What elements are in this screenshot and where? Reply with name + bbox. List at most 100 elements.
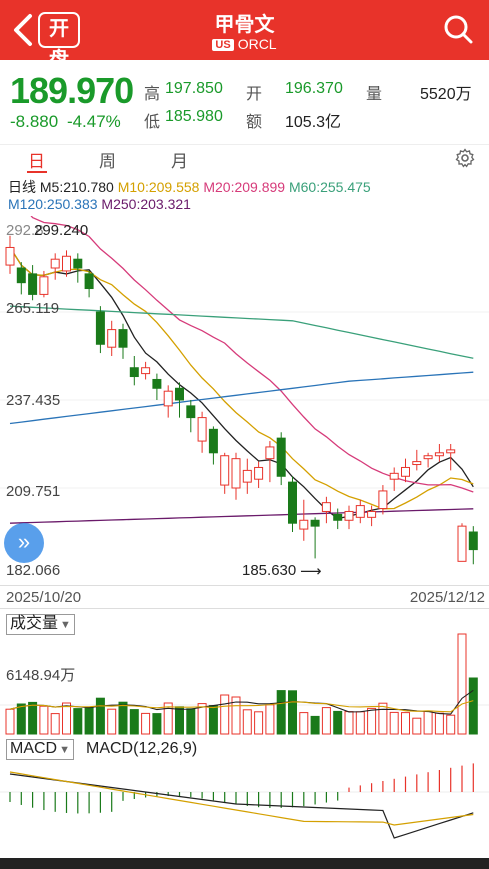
high-marker-label: 299.240	[34, 222, 89, 239]
volume-bar	[446, 714, 456, 735]
candle-body	[389, 472, 399, 480]
volume-bar	[423, 710, 433, 735]
top-nav-bar: 开盘 甲骨文 US ORCL	[0, 0, 489, 71]
candle-body	[84, 273, 94, 290]
volume-label: 量	[366, 86, 383, 103]
quote-panel: 189.970 -8.880 -4.47% 高 197.850 开 196.37…	[0, 60, 489, 144]
volume-bar	[333, 710, 343, 735]
volume-bar	[107, 708, 117, 735]
candle-body	[299, 519, 309, 530]
volume-bar	[288, 690, 297, 735]
date-start: 2025/10/20	[6, 589, 82, 606]
expand-chart-button[interactable]: »	[4, 523, 44, 563]
ma250-value: M250:203.321	[101, 196, 191, 212]
volume-chart[interactable]	[0, 630, 489, 736]
candle-body	[163, 390, 173, 407]
candle-body	[39, 276, 49, 295]
last-price: 189.970	[10, 70, 134, 111]
macd-indicator-label: MACD	[10, 740, 58, 757]
y-axis-label-4: 209.751	[6, 483, 61, 500]
high-label: 高	[144, 86, 161, 103]
volume-bar	[242, 709, 252, 735]
low-value: 185.980	[165, 108, 223, 125]
y-axis-label-2: 265.119	[6, 300, 60, 317]
volume-bar	[355, 711, 365, 735]
date-end: 2025/12/12	[409, 589, 485, 606]
candlestick-chart[interactable]	[0, 216, 489, 586]
candle-body	[73, 258, 83, 269]
candle-body	[434, 452, 444, 457]
ma-legend-row1: 日线 M5:210.780 M10:209.558 M20:209.899 M6…	[8, 177, 371, 197]
candle-body	[401, 466, 410, 477]
candle-body	[220, 455, 230, 486]
candle-body	[412, 461, 422, 466]
candle-body	[333, 513, 343, 521]
search-icon[interactable]	[443, 14, 473, 44]
gear-icon[interactable]	[455, 148, 475, 168]
candle-body	[16, 267, 26, 284]
volume-bar	[129, 709, 139, 735]
volume-bar	[84, 706, 94, 735]
ma120-value: M120:250.383	[8, 196, 98, 212]
volume-bar	[186, 708, 196, 735]
volume-bar	[220, 694, 230, 735]
volume-bar	[16, 703, 26, 735]
ticker-symbol: ORCL	[237, 36, 277, 52]
candle-body	[50, 258, 60, 269]
tab-week[interactable]: 周	[99, 147, 116, 172]
volume-bar	[276, 690, 286, 735]
candle-body	[208, 428, 218, 454]
candle-body	[152, 378, 162, 389]
y-axis-label-3: 237.435	[6, 392, 61, 409]
candle-body	[141, 367, 151, 375]
candle-body	[288, 481, 297, 524]
candle-body	[5, 246, 15, 266]
ma60-line	[9, 305, 474, 359]
volume-bar	[5, 708, 15, 735]
volume-bar	[163, 702, 173, 735]
amount-value: 105.3亿	[285, 114, 342, 131]
volume-bar	[118, 701, 128, 735]
period-tabs: 日 周 月	[0, 144, 489, 173]
volume-bar	[434, 712, 444, 735]
macd-indicator-dropdown[interactable]: MACD ▼	[6, 739, 74, 760]
candle-body	[344, 510, 354, 521]
macd-dea-line	[9, 771, 474, 826]
low-marker-arrow: ⟶	[300, 563, 322, 580]
candle-body	[367, 510, 377, 518]
candle-body	[254, 466, 264, 480]
price-change: -8.880 -4.47%	[10, 112, 121, 132]
date-range-bar: 2025/10/20 2025/12/12	[0, 585, 489, 609]
macd-chart[interactable]	[0, 760, 489, 858]
y-axis-label-5: 182.066	[6, 562, 61, 579]
ma60-value: M60:255.475	[288, 179, 371, 195]
volume-bar	[152, 713, 162, 735]
ticker-row: US ORCL	[0, 36, 489, 52]
candle-body	[129, 367, 139, 378]
candle-body	[468, 531, 478, 551]
volume-bar	[265, 704, 275, 735]
ma5-value: M5:210.780	[39, 179, 114, 195]
change-percent: -4.47%	[66, 112, 121, 131]
change-value: -8.880	[10, 112, 59, 131]
low-marker-label: 185.630	[242, 562, 297, 579]
open-label: 开	[246, 86, 263, 103]
tab-month[interactable]: 月	[171, 147, 188, 172]
ma-legend-row2: M120:250.383 M250:203.321	[8, 196, 191, 212]
volume-bar	[412, 717, 422, 735]
chevron-down-icon: ▼	[59, 744, 70, 756]
volume-value: 5520万	[420, 86, 472, 103]
volume-bar	[95, 697, 105, 735]
ma20-line	[30, 216, 474, 493]
volume-bar	[39, 705, 49, 735]
ma-line-label: 日线	[8, 179, 36, 195]
macd-params: MACD(12,26,9)	[86, 740, 198, 757]
tab-day[interactable]: 日	[28, 147, 45, 172]
volume-bar	[310, 715, 320, 735]
volume-bar	[254, 711, 264, 735]
volume-bar	[367, 707, 377, 735]
candle-body	[355, 505, 365, 518]
candle-body	[242, 469, 252, 483]
candle-body	[378, 490, 388, 510]
ma20-value: M20:209.899	[203, 179, 286, 195]
